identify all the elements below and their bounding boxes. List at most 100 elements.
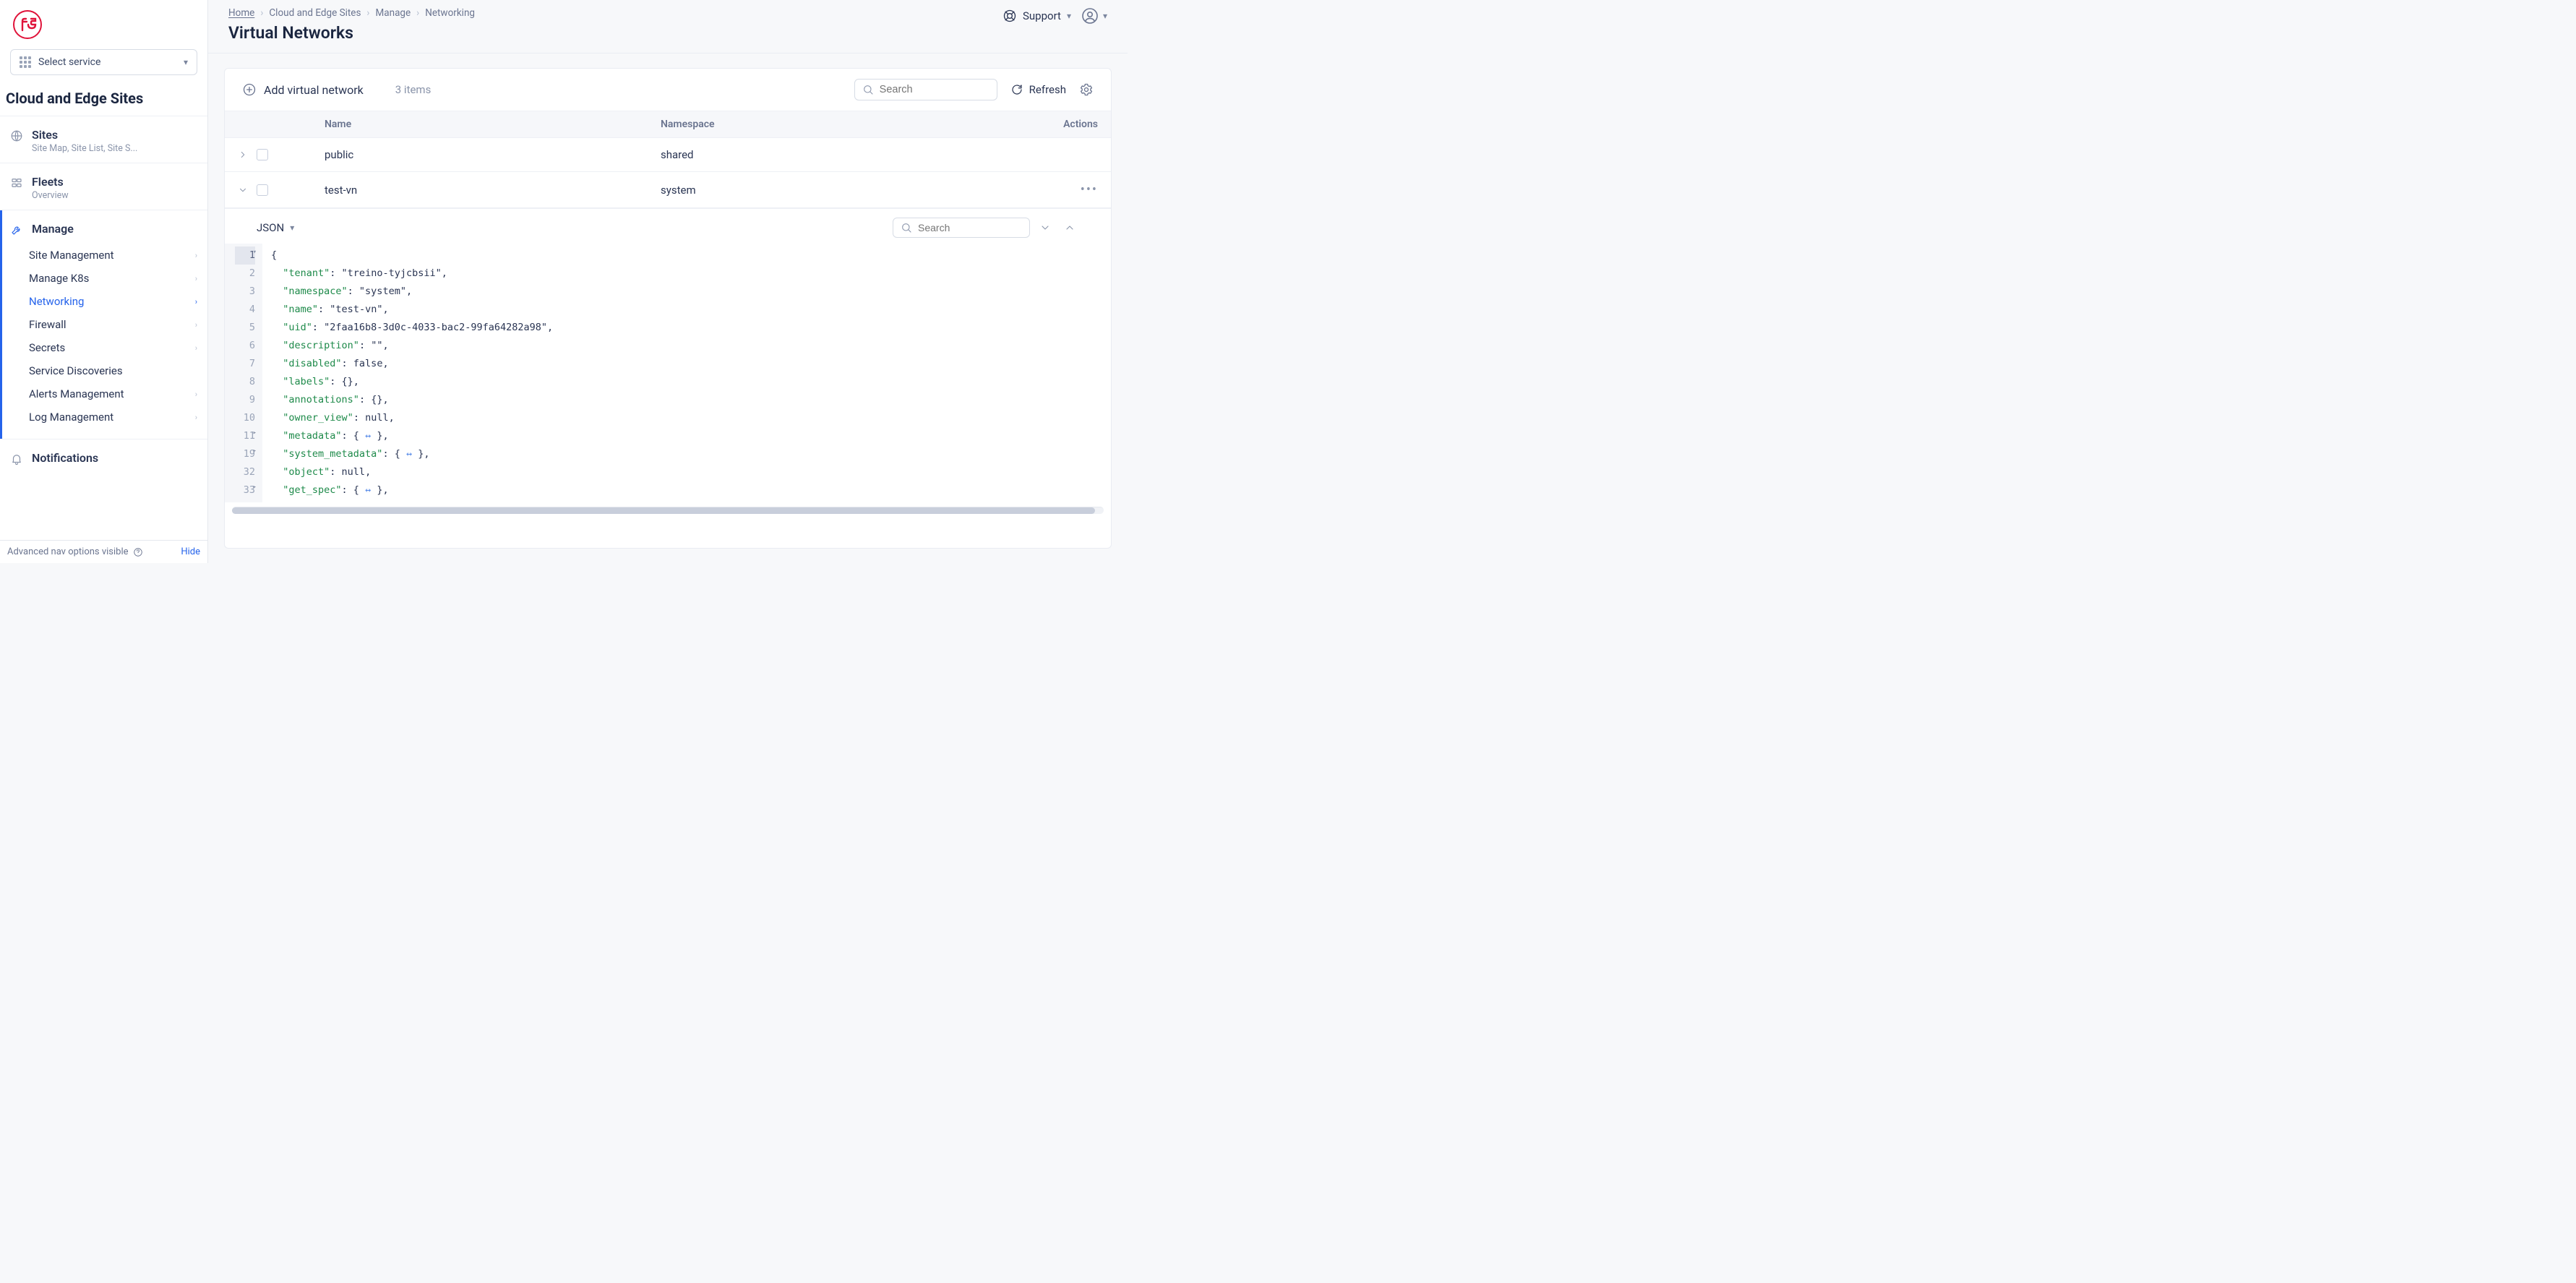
sidebar-subitem[interactable]: Log Management›	[0, 406, 207, 429]
nav-item-title: Fleets	[32, 175, 69, 189]
main: Home›Cloud and Edge Sites›Manage›Network…	[208, 0, 1128, 563]
nav-item-sites[interactable]: Sites Site Map, Site List, Site S...	[0, 124, 207, 158]
fold-closed-icon[interactable]: ▸	[253, 445, 257, 458]
sidebar-subitem-label: Service Discoveries	[29, 364, 123, 377]
col-namespace: Namespace	[661, 119, 997, 130]
chevron-down-icon: ▾	[290, 223, 294, 233]
next-match-button[interactable]	[1036, 218, 1055, 237]
code-line: "object": null,	[271, 463, 1102, 481]
nav-item-subtitle: Site Map, Site List, Site S...	[32, 143, 137, 154]
line-number: 4	[235, 301, 255, 319]
sidebar-subitem[interactable]: Secrets›	[0, 336, 207, 359]
line-number: 19▸	[235, 445, 255, 463]
refresh-label: Refresh	[1029, 83, 1066, 96]
sidebar-subitem[interactable]: Site Management›	[0, 244, 207, 267]
col-actions: Actions	[997, 119, 1098, 130]
cell-name: test-vn	[325, 184, 661, 197]
sidebar-subitem[interactable]: Manage K8s ›	[0, 267, 207, 290]
code-line: "disabled": false,	[271, 355, 1102, 373]
line-number: 3	[235, 283, 255, 301]
nav-item-fleets[interactable]: Fleets Overview	[0, 171, 207, 205]
row-checkbox[interactable]	[257, 149, 268, 160]
line-number: 9	[235, 391, 255, 409]
add-virtual-network-button[interactable]: Add virtual network	[242, 82, 364, 97]
row-checkbox[interactable]	[257, 184, 268, 196]
code-line: "system_metadata": { ↔ },	[271, 445, 1102, 463]
fold-open-icon[interactable]: ▾	[253, 246, 257, 259]
chevron-right-icon: ›	[195, 297, 197, 306]
horizontal-scrollbar[interactable]	[232, 507, 1104, 514]
help-icon[interactable]	[133, 547, 143, 557]
row-actions-button[interactable]: •••	[997, 182, 1098, 197]
breadcrumb-item[interactable]: Cloud and Edge Sites	[269, 7, 361, 19]
refresh-button[interactable]: Refresh	[1010, 83, 1066, 96]
nav-item-subtitle: Overview	[32, 190, 69, 201]
code-line: "description": "",	[271, 337, 1102, 355]
line-number: 7	[235, 355, 255, 373]
sidebar-subitem-label: Alerts Management	[29, 387, 124, 400]
code-line: "namespace": "system",	[271, 283, 1102, 301]
table-header: Name Namespace Actions	[225, 111, 1111, 138]
support-label: Support	[1023, 9, 1061, 22]
support-button[interactable]: Support ▾	[1003, 9, 1071, 23]
service-selector[interactable]: Select service ▾	[10, 49, 197, 75]
line-number: 11▸	[235, 427, 255, 445]
chevron-right-icon: ›	[366, 7, 369, 19]
context-title: Cloud and Edge Sites	[0, 84, 207, 116]
chevron-down-icon: ▾	[184, 57, 188, 67]
sidebar-subitem[interactable]: Networking ›	[0, 290, 207, 313]
brand-logo	[13, 10, 42, 39]
breadcrumb-item[interactable]: Manage	[375, 7, 411, 19]
hide-nav-link[interactable]: Hide	[181, 546, 200, 557]
item-count: 3 items	[395, 83, 432, 96]
fold-closed-icon[interactable]: ▸	[253, 427, 257, 439]
line-number: 1▾	[235, 246, 255, 265]
sidebar-subitem-label: Log Management	[29, 411, 113, 424]
user-menu[interactable]: ▾	[1081, 7, 1107, 25]
json-editor[interactable]: 1▾234567891011▸19▸3233▸{ "tenant": "trei…	[225, 244, 1111, 507]
detail-search-field[interactable]	[893, 218, 1030, 238]
collapse-row-button[interactable]	[238, 185, 248, 195]
sidebar-subitem[interactable]: Firewall ›	[0, 313, 207, 336]
detail-format-selector[interactable]: JSON▾	[257, 221, 294, 234]
table-settings-button[interactable]	[1079, 82, 1094, 97]
search-input[interactable]	[880, 84, 1015, 95]
breadcrumb-item[interactable]: Home	[228, 7, 254, 19]
cell-name: public	[325, 148, 661, 161]
code-line: {	[271, 246, 1102, 265]
chevron-down-icon: ▾	[1103, 11, 1107, 21]
expand-row-button[interactable]	[238, 150, 248, 160]
sidebar-subitem-label: Manage K8s	[29, 272, 89, 285]
prev-match-button[interactable]	[1060, 218, 1079, 237]
scrollbar-thumb[interactable]	[232, 507, 1095, 514]
apps-grid-icon	[20, 56, 31, 68]
nav-item-title: Notifications	[32, 451, 98, 465]
table-row: publicshared	[225, 138, 1111, 172]
sidebar-subitem-label: Site Management	[29, 249, 114, 262]
nav-item-title: Manage	[32, 222, 74, 236]
nav-item-manage[interactable]: Manage	[0, 218, 207, 241]
code-line: "get_spec": { ↔ },	[271, 481, 1102, 499]
cell-namespace: system	[661, 184, 997, 197]
code-line: "metadata": { ↔ },	[271, 427, 1102, 445]
chevron-right-icon: ›	[195, 274, 197, 283]
code-line: "tenant": "treino-tyjcbsii",	[271, 265, 1102, 283]
sidebar-subitem[interactable]: Alerts Management›	[0, 382, 207, 406]
search-icon	[901, 222, 912, 233]
sidebar-subitem[interactable]: Service Discoveries	[0, 359, 207, 382]
service-selector-label: Select service	[38, 56, 100, 68]
chevron-right-icon: ›	[195, 343, 197, 353]
nav-item-notifications[interactable]: Notifications	[0, 447, 207, 470]
wrench-icon	[10, 223, 23, 236]
line-number: 33▸	[235, 481, 255, 499]
code-line: "labels": {},	[271, 373, 1102, 391]
search-field[interactable]	[854, 79, 997, 100]
fold-closed-icon[interactable]: ▸	[253, 481, 257, 494]
detail-search-input[interactable]	[918, 222, 1049, 233]
sidebar-subitem-label: Networking	[29, 295, 84, 308]
code-line: "annotations": {},	[271, 391, 1102, 409]
chevron-right-icon: ›	[195, 320, 197, 330]
row-detail-panel: JSON▾1▾234567891011▸19▸3233▸{ "tenant": …	[225, 208, 1111, 507]
bell-icon	[10, 452, 23, 465]
sidebar-subitem-label: Firewall	[29, 318, 66, 331]
